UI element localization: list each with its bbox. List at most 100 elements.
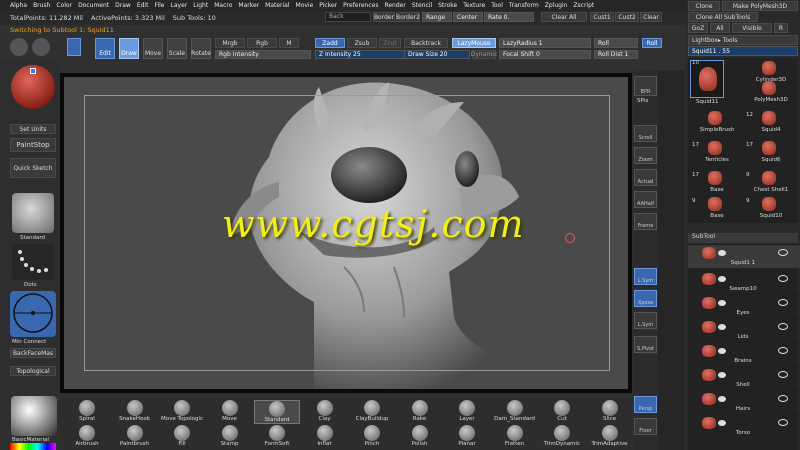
- mrgb-button[interactable]: Mrgb: [215, 38, 245, 48]
- visibility-eye-icon[interactable]: [778, 419, 788, 426]
- visible-button[interactable]: Visible: [732, 23, 772, 33]
- set-units-button[interactable]: Set Units: [10, 124, 56, 134]
- lightbox-tools-button[interactable]: Lightbox▸ Tools: [688, 35, 798, 45]
- brush-dam-standard[interactable]: Dam_Standard: [492, 400, 538, 422]
- m-button[interactable]: M: [279, 38, 299, 48]
- brush-claybuildup[interactable]: ClayBuildup: [349, 400, 395, 422]
- visibility-eye-icon[interactable]: [778, 371, 788, 378]
- zsub-button[interactable]: Zsub: [347, 38, 377, 48]
- xpose-button[interactable]: Xpose: [634, 290, 657, 307]
- lsym-button[interactable]: L.Sym: [634, 268, 657, 285]
- menu-texture[interactable]: Texture: [463, 2, 485, 9]
- subtool-toggle-icon[interactable]: [718, 396, 726, 402]
- menu-layer[interactable]: Layer: [171, 2, 188, 9]
- scale-button[interactable]: Scale: [167, 38, 187, 59]
- visibility-eye-icon[interactable]: [778, 299, 788, 306]
- z-intensity-slider[interactable]: Z Intensity 25: [315, 50, 411, 59]
- menu-light[interactable]: Light: [193, 2, 208, 9]
- brush-planar[interactable]: Planar: [444, 425, 490, 447]
- subtool-row[interactable]: Lids: [688, 318, 800, 342]
- cust2-button[interactable]: Cust2: [615, 12, 639, 22]
- quick-sketch-button[interactable]: Quick Sketch: [10, 158, 56, 178]
- brush-snakehook[interactable]: SnakeHook: [112, 400, 158, 422]
- menu-alpha[interactable]: Alpha: [10, 2, 27, 9]
- back-field[interactable]: Back: [325, 12, 371, 22]
- brush-rake[interactable]: Rake: [397, 400, 443, 422]
- material-icon[interactable]: [11, 396, 57, 436]
- backtrack-button[interactable]: Backtrack: [404, 38, 448, 48]
- backface-button[interactable]: BackFaceMas: [10, 348, 56, 358]
- subtool-row[interactable]: Squid1 1: [688, 244, 800, 268]
- menu-tool[interactable]: Tool: [491, 2, 503, 9]
- border-button[interactable]: Border: [373, 12, 395, 22]
- scroll-button[interactable]: Scroll: [634, 125, 657, 142]
- menu-stencil[interactable]: Stencil: [412, 2, 432, 9]
- subtool-toggle-icon[interactable]: [718, 300, 726, 306]
- brush-slice[interactable]: Slice: [587, 400, 633, 422]
- brush-flatten[interactable]: Flatten: [492, 425, 538, 447]
- subtool-row[interactable]: Torso: [688, 414, 800, 438]
- subtool-toggle-icon[interactable]: [718, 372, 726, 378]
- subtool-toggle-icon[interactable]: [718, 348, 726, 354]
- color-picker-marker[interactable]: [30, 68, 36, 74]
- tool-thumb-squid4[interactable]: 12 Squid4: [744, 110, 796, 136]
- subtool-row[interactable]: Shell: [688, 366, 800, 390]
- menu-color[interactable]: Color: [56, 2, 72, 9]
- clone-button[interactable]: Clone: [688, 1, 720, 11]
- lsym2-button[interactable]: L.Sym: [634, 312, 657, 329]
- bpr-button[interactable]: BPR: [634, 76, 657, 96]
- menu-zscript[interactable]: Zscript: [573, 2, 594, 9]
- focal-shift-slider[interactable]: Focal Shift 0: [499, 50, 591, 59]
- rgb-button[interactable]: Rgb: [247, 38, 277, 48]
- visibility-eye-icon[interactable]: [778, 249, 788, 256]
- brush-airbrush[interactable]: Airbrush: [64, 425, 110, 447]
- tool-thumb-polymesh3d[interactable]: PolyMesh3D: [744, 80, 796, 106]
- tool-thumb-base[interactable]: 9 Base: [690, 196, 742, 222]
- roll-dist-slider[interactable]: Roll Dist 1: [594, 50, 638, 59]
- edit-button[interactable]: Edit: [95, 38, 115, 59]
- paintstop-button[interactable]: PaintStop: [10, 138, 56, 152]
- menu-stroke[interactable]: Stroke: [438, 2, 457, 9]
- brush-standard[interactable]: Standard: [254, 400, 300, 424]
- visibility-eye-icon[interactable]: [778, 323, 788, 330]
- menu-material[interactable]: Material: [265, 2, 289, 9]
- visibility-eye-icon[interactable]: [778, 275, 788, 282]
- current-tool-slider[interactable]: Squid11 . 55: [688, 46, 798, 56]
- brush-layer[interactable]: Layer: [444, 400, 490, 422]
- rgb-intensity-slider[interactable]: Rgb Intensity: [215, 50, 311, 59]
- frame-button[interactable]: Frame: [634, 213, 657, 230]
- subtool-row[interactable]: Brains: [688, 342, 800, 366]
- brush-formsoft[interactable]: FormSoft: [254, 425, 300, 447]
- roll-toggle[interactable]: Roll: [642, 38, 662, 48]
- menu-render[interactable]: Render: [384, 2, 405, 9]
- rate-slider[interactable]: Rate 0.: [484, 12, 534, 22]
- spivot-button[interactable]: S.Pivot: [634, 336, 657, 353]
- floor-button[interactable]: Floor: [634, 418, 657, 435]
- brush-trimdynamic[interactable]: TrimDynamic: [539, 425, 585, 447]
- clone-all-subtools-button[interactable]: Clone All SubTools: [688, 12, 758, 22]
- pin-icon[interactable]: [67, 38, 81, 56]
- draw-button[interactable]: Draw: [119, 38, 139, 59]
- move-button[interactable]: Move: [143, 38, 163, 59]
- brush-stamp[interactable]: Stamp: [207, 425, 253, 447]
- subtool-toggle-icon[interactable]: [718, 276, 726, 282]
- topological-button[interactable]: Topological: [10, 366, 56, 376]
- menu-marker[interactable]: Marker: [238, 2, 259, 9]
- subtool-toggle-icon[interactable]: [718, 420, 726, 426]
- zoom-button[interactable]: Zoom: [634, 147, 657, 164]
- border2-button[interactable]: Border2: [396, 12, 420, 22]
- roll-button[interactable]: Roll: [594, 38, 638, 48]
- subtool-header[interactable]: SubTool: [688, 233, 798, 243]
- subtool-row[interactable]: Eyes: [688, 294, 800, 318]
- subtool-row[interactable]: Hairs: [688, 390, 800, 414]
- dynamic-button[interactable]: Dynamic: [471, 50, 497, 59]
- menu-edit[interactable]: Edit: [137, 2, 149, 9]
- tool-thumb-chest-shell1[interactable]: 9 Chest Shell1: [744, 170, 796, 196]
- goz-button[interactable]: GoZ: [688, 23, 708, 33]
- tool-thumb-squid10[interactable]: 9 Squid10: [744, 196, 796, 222]
- range-slider[interactable]: Range: [422, 12, 452, 22]
- brush-paintbrush[interactable]: Paintbrush: [112, 425, 158, 447]
- menu-movie[interactable]: Movie: [296, 2, 314, 9]
- menu-document[interactable]: Document: [78, 2, 109, 9]
- alpha-off-icon[interactable]: [10, 291, 56, 337]
